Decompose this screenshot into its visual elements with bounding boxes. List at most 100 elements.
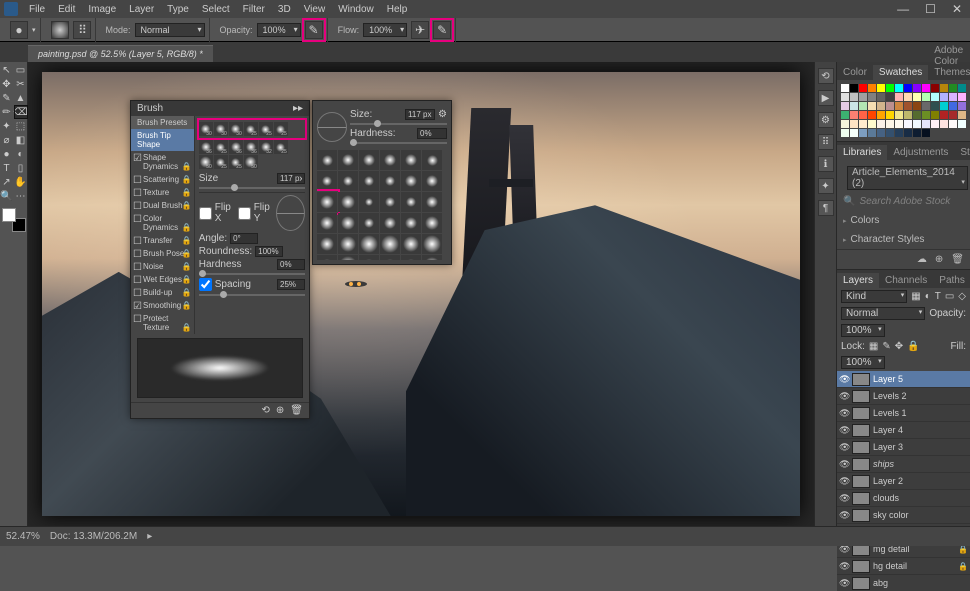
- brush-tip-cell[interactable]: 36: [229, 140, 243, 154]
- brush-tip-grid[interactable]: 36253636322550252550: [199, 138, 305, 171]
- swatch[interactable]: [841, 84, 849, 92]
- picker-angle-control[interactable]: [317, 112, 347, 142]
- swatch[interactable]: [904, 111, 912, 119]
- brush-option[interactable]: ☐Build-up🔒: [131, 286, 194, 299]
- brush-tip-cell[interactable]: 32: [259, 140, 273, 154]
- brush-preset-icon[interactable]: ●: [10, 21, 28, 39]
- brush-presets-header[interactable]: Brush Presets: [131, 116, 194, 129]
- picker-size-slider[interactable]: [350, 123, 447, 125]
- doc-size[interactable]: Doc: 13.3M/206.2M: [50, 531, 137, 542]
- swatch[interactable]: [940, 111, 948, 119]
- panel-close-icon[interactable]: ▸▸: [293, 103, 303, 114]
- tool-7[interactable]: ⌫: [15, 106, 27, 118]
- tab-paths[interactable]: Paths: [933, 273, 970, 288]
- tool-13[interactable]: ◐: [15, 148, 27, 160]
- brush-tip-cell[interactable]: 25: [259, 122, 273, 136]
- lock-paint-icon[interactable]: ✎: [882, 341, 890, 352]
- visibility-icon[interactable]: 👁: [839, 476, 849, 487]
- tool-9[interactable]: ⬚: [15, 120, 27, 132]
- picker-hardness-field[interactable]: [417, 128, 447, 139]
- tab-styles[interactable]: Styles: [954, 145, 970, 160]
- tab-channels[interactable]: Channels: [879, 273, 933, 288]
- tab-color[interactable]: Color: [837, 65, 873, 80]
- brush-preset-cell[interactable]: [380, 234, 400, 254]
- layer-opacity-field[interactable]: 100%: [841, 324, 885, 337]
- size-pressure-icon[interactable]: ✎: [433, 21, 451, 39]
- swatch[interactable]: [859, 102, 867, 110]
- lock-pos-icon[interactable]: ✥: [895, 341, 903, 352]
- lib-trash-icon[interactable]: 🗑: [951, 254, 964, 265]
- brush-preset-cell[interactable]: [422, 255, 442, 260]
- swatch[interactable]: [886, 93, 894, 101]
- colors-section[interactable]: Colors: [851, 215, 880, 226]
- tool-4[interactable]: ✎: [1, 92, 13, 104]
- tool-3[interactable]: ✂: [15, 78, 27, 90]
- brush-tip-cell[interactable]: 25: [274, 140, 288, 154]
- swatch[interactable]: [922, 84, 930, 92]
- tab-libraries[interactable]: Libraries: [837, 145, 887, 160]
- tool-8[interactable]: ✦: [1, 120, 13, 132]
- zoom-level[interactable]: 52.47%: [6, 531, 40, 542]
- brush-preset-cell[interactable]: [380, 213, 400, 233]
- swatch[interactable]: [850, 129, 858, 137]
- swatch[interactable]: [868, 120, 876, 128]
- layer-row[interactable]: 👁Layer 3: [837, 439, 970, 456]
- swatch[interactable]: [877, 102, 885, 110]
- brush-tip-cell[interactable]: 30: [199, 122, 213, 136]
- picker-size-field[interactable]: [405, 109, 435, 120]
- paragraph-icon[interactable]: ¶: [818, 200, 834, 216]
- brush-preset-cell[interactable]: [359, 213, 379, 233]
- brush-tip-cell[interactable]: 36: [199, 140, 213, 154]
- airbrush-icon[interactable]: ✈: [411, 21, 429, 39]
- brush-tip-cell[interactable]: 30: [229, 122, 243, 136]
- properties-icon[interactable]: ⚙: [818, 112, 834, 128]
- menu-layer[interactable]: Layer: [123, 4, 160, 15]
- brush-preset-cell[interactable]: [338, 192, 358, 212]
- opacity-field[interactable]: 100%: [257, 23, 301, 37]
- maximize-button[interactable]: ☐: [917, 2, 944, 16]
- brush-option[interactable]: ☐Noise🔒: [131, 260, 194, 273]
- new-brush-icon[interactable]: ⟲: [262, 405, 270, 416]
- menu-select[interactable]: Select: [196, 4, 236, 15]
- brush-preset-cell[interactable]: [317, 213, 337, 233]
- filter-pixel-icon[interactable]: ▦: [911, 291, 920, 302]
- brush-preset-cell[interactable]: [317, 150, 337, 170]
- swatch[interactable]: [949, 93, 957, 101]
- swatch[interactable]: [886, 84, 894, 92]
- navigator-icon[interactable]: ✦: [818, 178, 834, 194]
- layer-row[interactable]: 👁sky color: [837, 507, 970, 524]
- tool-10[interactable]: ⌀: [1, 134, 13, 146]
- swatch[interactable]: [949, 102, 957, 110]
- layer-row[interactable]: 👁Layer 5: [837, 371, 970, 388]
- swatch[interactable]: [940, 120, 948, 128]
- brush-preset-cell[interactable]: [422, 192, 442, 212]
- brush-option[interactable]: ☐Transfer🔒: [131, 234, 194, 247]
- filter-type-icon[interactable]: T: [935, 291, 941, 302]
- filter-smart-icon[interactable]: ◇: [958, 291, 966, 302]
- brush-tip-cell[interactable]: 25: [274, 122, 288, 136]
- swatch[interactable]: [904, 93, 912, 101]
- swatch[interactable]: [904, 84, 912, 92]
- swatch[interactable]: [850, 120, 858, 128]
- brush-preset-picker[interactable]: Size:⚙ Hardness:: [312, 100, 452, 265]
- visibility-icon[interactable]: 👁: [839, 561, 849, 572]
- layer-row[interactable]: 👁clouds: [837, 490, 970, 507]
- swatch[interactable]: [868, 129, 876, 137]
- brush-tip-cell[interactable]: 25: [229, 155, 243, 169]
- lib-upload-icon[interactable]: ☁: [917, 254, 927, 265]
- swatch[interactable]: [958, 93, 966, 101]
- brush-preset-cell[interactable]: [422, 150, 442, 170]
- tab-adjustments[interactable]: Adjustments: [887, 145, 954, 160]
- brush-preset-cell[interactable]: [359, 150, 379, 170]
- brush-preset-cell[interactable]: [380, 192, 400, 212]
- brush-panel-toggle-icon[interactable]: ⠿: [73, 21, 91, 39]
- swatch[interactable]: [895, 129, 903, 137]
- brush-presets-icon[interactable]: ⠿: [818, 134, 834, 150]
- document-tab[interactable]: painting.psd @ 52.5% (Layer 5, RGB/8) *: [28, 45, 213, 62]
- swatch[interactable]: [895, 111, 903, 119]
- swatch[interactable]: [958, 84, 966, 92]
- visibility-icon[interactable]: 👁: [839, 391, 849, 402]
- swatch[interactable]: [868, 111, 876, 119]
- swatch[interactable]: [940, 93, 948, 101]
- swatch[interactable]: [850, 84, 858, 92]
